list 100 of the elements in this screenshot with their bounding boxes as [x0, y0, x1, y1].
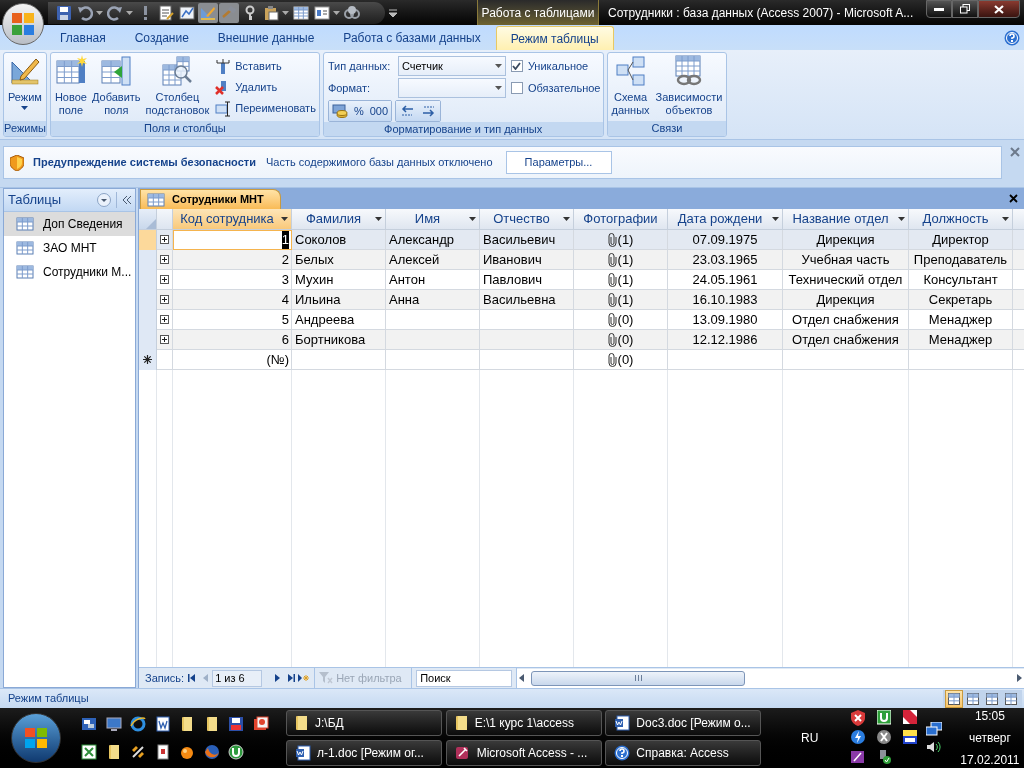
column-header[interactable]: Имя — [386, 209, 480, 229]
ribbon-button[interactable]: Зависимости объектов — [653, 55, 725, 121]
taskbar-button[interactable]: Doc3.doc [Режим о... — [605, 710, 762, 736]
insert-column-icon — [215, 58, 232, 75]
toolbar-button[interactable] — [156, 2, 176, 23]
horizontal-scrollbar[interactable] — [517, 668, 1024, 688]
close-button[interactable] — [978, 0, 1020, 18]
language-indicator[interactable]: RU — [801, 729, 819, 747]
expand-icon[interactable] — [160, 315, 169, 325]
ribbon-button[interactable]: Режим — [6, 55, 44, 121]
table-cell: 13.09.1980 — [668, 310, 783, 330]
checkbox[interactable]: Уникальное — [510, 56, 589, 76]
caret-icon[interactable] — [1002, 217, 1009, 221]
scroll-left-icon[interactable] — [519, 674, 525, 682]
quick-launch-button[interactable] — [227, 743, 245, 761]
column-header[interactable]: Отчество — [480, 209, 574, 229]
caret-icon[interactable] — [333, 10, 340, 15]
collapse-icon[interactable] — [122, 196, 132, 204]
dropdown-field[interactable]: Счетчик — [397, 56, 506, 76]
dropdown-field[interactable] — [397, 78, 506, 98]
clock[interactable]: 15:05 четверг 17.02.2011 — [960, 705, 1020, 768]
taskbar-button[interactable]: Справка: Access — [605, 740, 762, 766]
start-button[interactable] — [11, 713, 61, 763]
word-document-icon — [614, 715, 631, 731]
column-header[interactable]: Должность — [909, 209, 1013, 229]
caret-icon[interactable] — [494, 64, 502, 68]
record-number-field[interactable]: 1 из 6 — [212, 669, 263, 687]
ribbon-tab[interactable]: Главная — [46, 26, 120, 50]
expand-icon[interactable] — [160, 235, 169, 245]
caret-icon[interactable] — [96, 10, 103, 15]
restore-button[interactable] — [952, 0, 978, 18]
expand-icon[interactable] — [160, 255, 169, 265]
close-button[interactable] — [1009, 194, 1018, 203]
paperclip-icon — [607, 312, 617, 327]
help-icon[interactable] — [1004, 29, 1020, 46]
ribbon-button[interactable]: Схема данных — [609, 55, 652, 121]
caret-icon[interactable] — [375, 217, 382, 221]
table-arrow-icon — [100, 55, 133, 87]
quick-launch-button[interactable] — [80, 743, 98, 761]
currency-button[interactable] — [328, 101, 351, 121]
ribbon-button[interactable]: Новое поле — [52, 55, 89, 121]
caret-icon[interactable] — [494, 86, 502, 90]
decrease-decimals-button[interactable] — [418, 101, 440, 121]
column-header[interactable]: Фамилия — [292, 209, 386, 229]
folder-icon — [295, 715, 309, 731]
caret-icon[interactable] — [126, 10, 133, 15]
close-icon — [1009, 194, 1018, 203]
taskbar-button[interactable]: Microsoft Access - ... — [445, 740, 602, 766]
ribbon-button[interactable]: Переименовать — [214, 98, 317, 119]
ribbon-tab[interactable]: Режим таблицы — [495, 26, 614, 50]
caret-icon[interactable] — [563, 217, 570, 221]
customize-icon[interactable] — [389, 8, 397, 17]
taskbar-button[interactable]: E:\1 курс 1\access — [445, 710, 602, 736]
quick-launch-button[interactable] — [80, 715, 98, 733]
ribbon-button[interactable]: Вставить — [214, 56, 317, 77]
expand-icon[interactable] — [160, 335, 169, 345]
ribbon-button[interactable]: Столбец подстановок — [143, 55, 212, 121]
ribbon-tab[interactable]: Создание — [120, 26, 203, 50]
caret-icon[interactable] — [21, 106, 29, 110]
quick-launch-button[interactable] — [129, 715, 147, 733]
table-cell: Ильина — [292, 290, 386, 310]
column-header[interactable]: Дата рождени — [668, 209, 783, 229]
windows-logo-icon — [25, 728, 47, 748]
next-icon — [274, 674, 280, 682]
taskbar-button[interactable]: J:\БД — [286, 710, 442, 736]
volume-icon[interactable] — [926, 740, 943, 754]
dropdown-icon[interactable] — [97, 193, 111, 207]
column-header[interactable]: Код сотрудника — [173, 209, 292, 229]
increase-decimals-button[interactable] — [396, 101, 418, 121]
ribbon-tab[interactable]: Работа с базами данных — [329, 26, 495, 50]
column-header[interactable]: Название отдел — [783, 209, 909, 229]
table-cell: Антон — [386, 270, 480, 290]
quick-launch-button[interactable] — [251, 715, 270, 733]
checkbox[interactable]: Обязательное — [510, 78, 601, 98]
caret-icon[interactable] — [469, 217, 476, 221]
options-button[interactable]: Параметры... — [505, 151, 612, 174]
minimize-button[interactable] — [926, 0, 952, 18]
quick-launch-button[interactable] — [153, 715, 172, 733]
expand-icon[interactable] — [160, 295, 169, 305]
nav-item[interactable]: Доп Сведения — [4, 212, 135, 236]
status-text: Режим таблицы — [8, 691, 89, 707]
search-field[interactable]: Поиск — [416, 669, 513, 687]
column-header[interactable]: Фотографии — [574, 209, 668, 229]
caret-icon[interactable] — [898, 217, 905, 221]
caret-icon[interactable] — [281, 217, 288, 221]
view-button[interactable] — [945, 689, 963, 708]
document-tab[interactable]: Сотрудники МНТ — [140, 189, 281, 209]
ribbon-button[interactable]: Добавить поля — [89, 55, 143, 121]
thousands-button[interactable]: 000 — [366, 101, 391, 121]
expand-icon[interactable] — [160, 275, 169, 285]
caret-icon[interactable] — [282, 10, 289, 15]
scroll-right-icon[interactable] — [1017, 674, 1022, 682]
quick-launch-button[interactable] — [227, 715, 245, 733]
network-icon[interactable] — [926, 722, 943, 736]
quick-launch-button[interactable] — [104, 715, 123, 733]
ribbon-button[interactable]: Удалить — [214, 77, 317, 98]
chart-icon — [179, 4, 195, 21]
ribbon-tab[interactable]: Внешние данные — [203, 26, 329, 50]
caret-icon[interactable] — [772, 217, 779, 221]
taskbar-button[interactable]: л-1.doc [Режим ог... — [286, 740, 442, 766]
